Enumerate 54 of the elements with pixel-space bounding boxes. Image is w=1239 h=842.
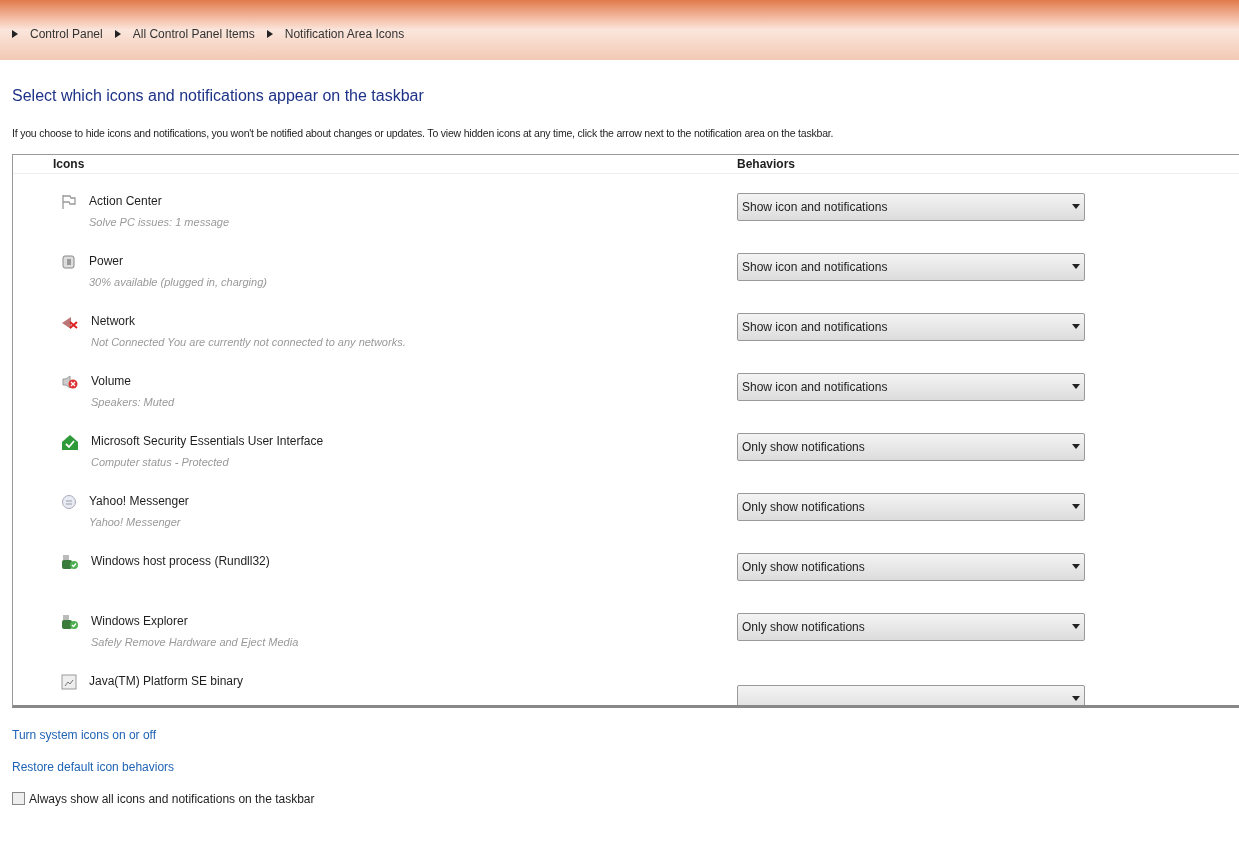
arrow-right-icon [266,30,273,38]
window-icon [61,673,77,690]
caret-icon [1072,324,1080,330]
page-heading: Select which icons and notifications appear on the taskbar [12,86,425,106]
description-text: If you choose to hide icons and notifications, you won't be notified about changes or updates. To view hidden icons at any time, click the arrow next to the notification area on the taskbar. [12,126,835,141]
caret-icon [1072,204,1080,210]
usb-check-icon [61,553,79,570]
item-name: Network [91,312,136,330]
behavior-dropdown[interactable]: Show icon and notifications [737,372,1085,401]
behavior-dropdown[interactable]: Only show notifications [737,432,1085,461]
usb-check-icon [61,613,79,630]
item-name: Action Center [89,192,163,210]
arrow-right-icon [12,30,18,38]
item-name: Yahoo! Messenger [89,492,189,510]
column-header: Behaviors [737,155,796,173]
behavior-dropdown[interactable]: Show icon and notifications [737,252,1085,281]
behavior-dropdown[interactable]: Only show notifications [737,492,1085,521]
item-description: Not Connected You are currently not connected to any networks. [91,334,406,350]
caret-icon [1072,444,1080,450]
behavior-dropdown[interactable] [737,684,1085,705]
item-name: Java(TM) Platform SE binary [89,672,244,690]
item-description: Yahoo! Messenger [89,514,182,530]
item-name: Windows Explorer [91,612,189,630]
caret-icon [1072,504,1080,510]
link[interactable]: Turn system icons on or off [12,725,157,744]
item-description: Computer status - Protected [91,454,230,470]
checkbox-label: Always show all icons and notifications on the taskbar [29,790,315,808]
checkbox[interactable] [12,792,25,806]
flag-icon [61,193,77,210]
item-name: Microsoft Security Essentials User Interface [91,432,324,450]
caret-icon [1072,624,1080,630]
smiley-icon [61,493,77,510]
behavior-dropdown[interactable]: Show icon and notifications [737,192,1085,221]
caret-icon [1072,564,1080,570]
breadcrumb-item[interactable]: Control Panel [26,25,107,43]
breadcrumb-item[interactable]: All Control Panel Items [128,25,259,43]
item-description: Safely Remove Hardware and Eject Media [91,634,299,650]
caret-icon [1072,384,1080,390]
item-name: Power [89,252,124,270]
speaker-muted-icon [61,373,79,390]
item-name: Volume [91,372,133,390]
item-description: Speakers: Muted [91,394,175,410]
caret-icon [1072,264,1080,270]
item-description: 30% available (plugged in, charging) [89,274,267,290]
link[interactable]: Restore default icon behaviors [12,757,175,776]
arrow-right-icon [114,30,121,38]
behavior-dropdown[interactable]: Only show notifications [737,612,1085,641]
item-description: Solve PC issues: 1 message [89,214,229,230]
behavior-dropdown[interactable]: Show icon and notifications [737,312,1085,341]
breadcrumb-item[interactable]: Notification Area Icons [280,25,409,43]
behavior-dropdown[interactable]: Only show notifications [737,552,1085,581]
caret-icon [1072,696,1080,702]
column-header: Icons [53,155,86,173]
item-name: Windows host process (Rundll32) [91,552,270,570]
